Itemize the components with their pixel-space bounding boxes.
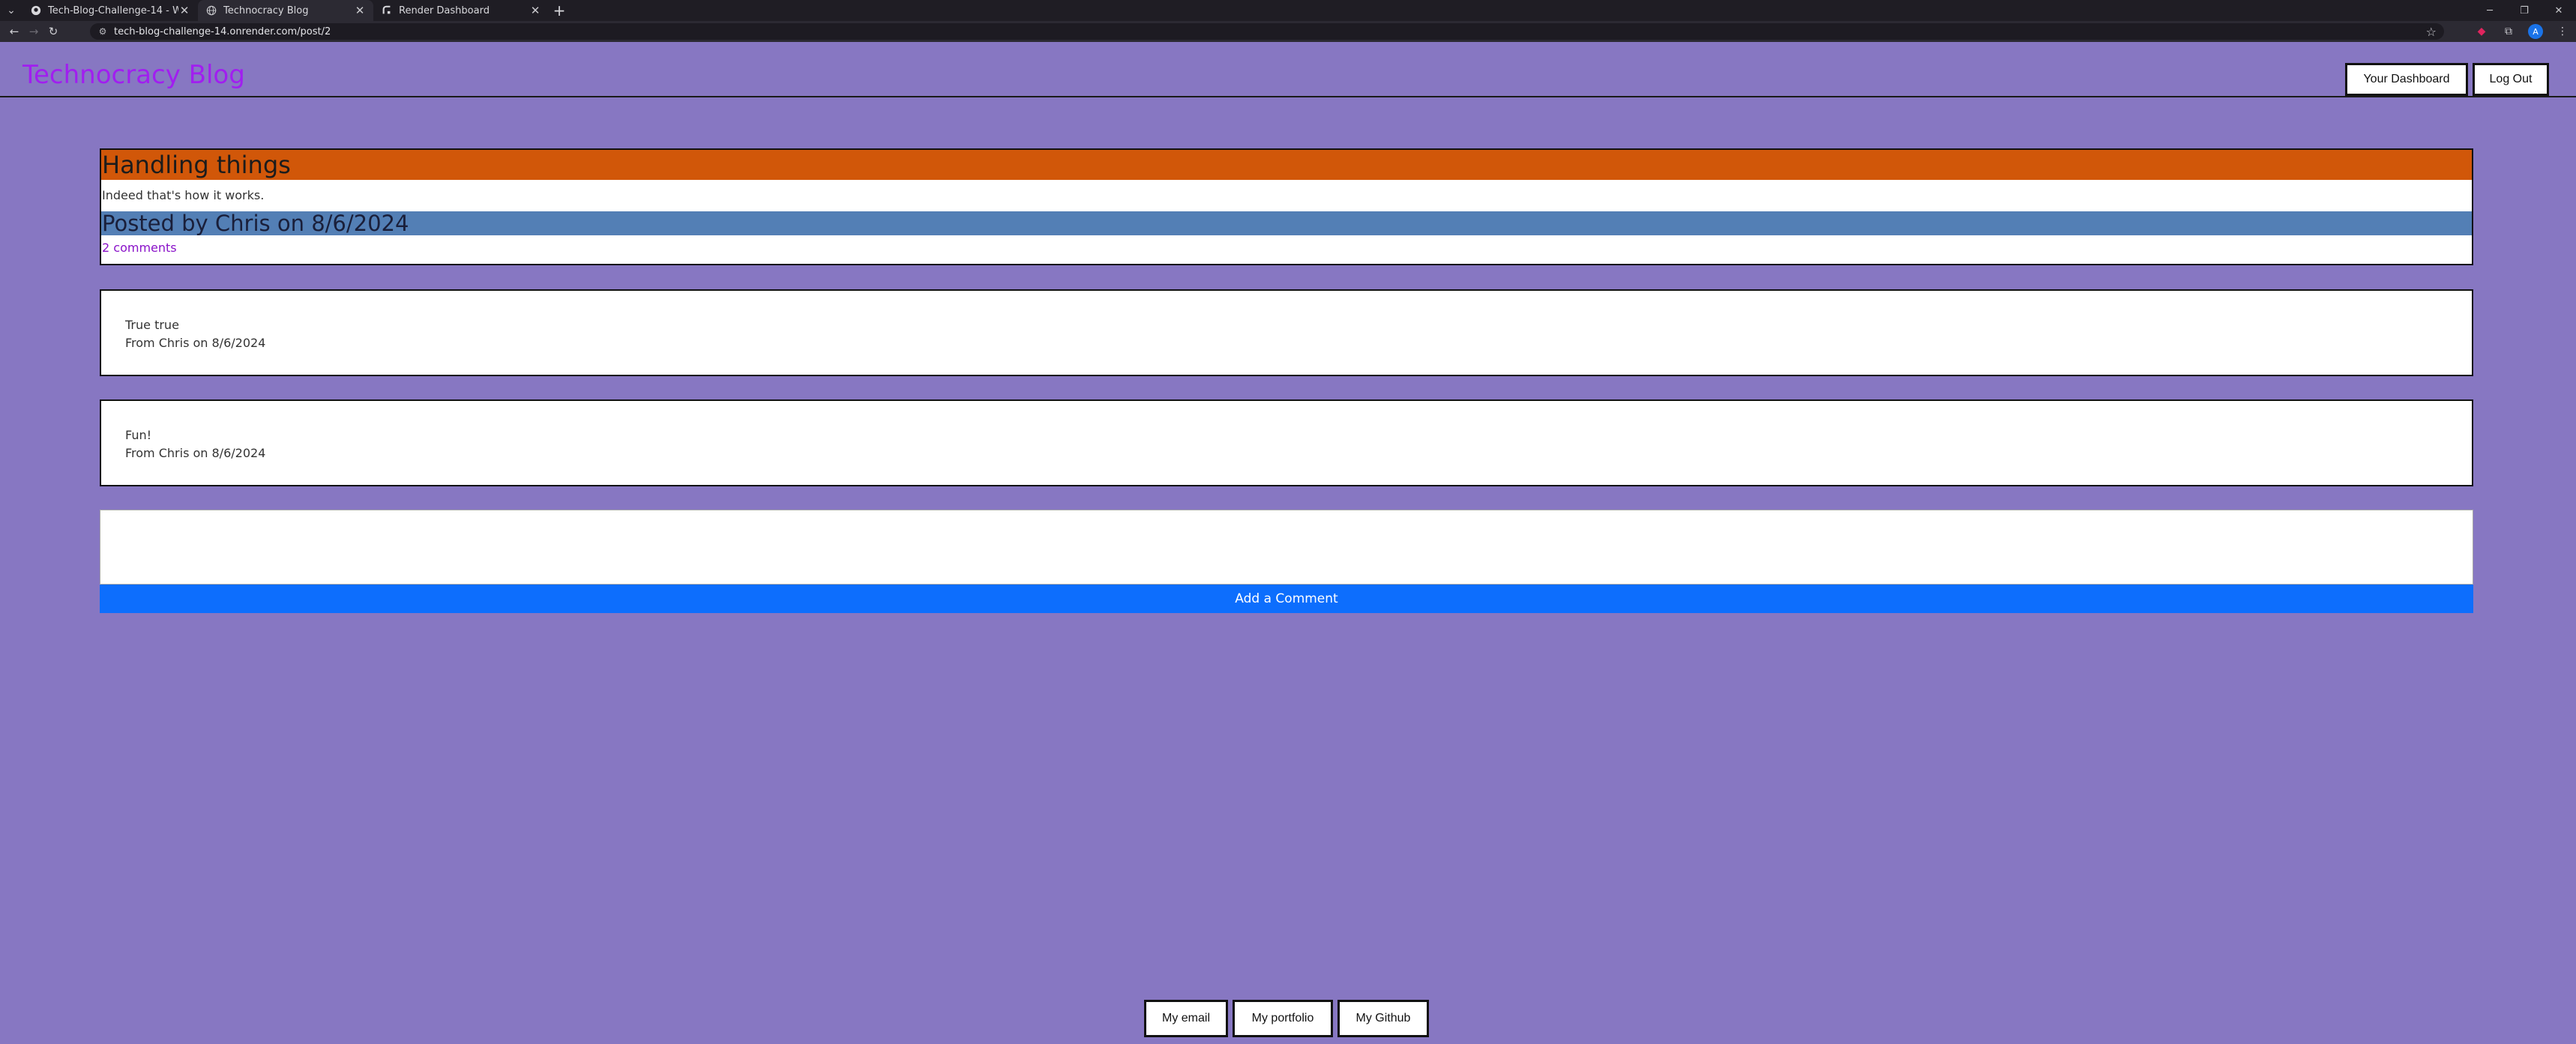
extension-icon[interactable]: ◆ bbox=[2468, 21, 2495, 42]
tab-title: Tech-Blog-Challenge-14 - Web bbox=[48, 4, 178, 16]
tab-title: Render Dashboard bbox=[399, 4, 490, 16]
comment-card: True true From Chris on 8/6/2024 bbox=[100, 289, 2473, 376]
browser-tab-strip: ⌄ Tech-Blog-Challenge-14 - Web ✕ Technoc… bbox=[0, 0, 2576, 21]
tab-search-chevron-icon[interactable]: ⌄ bbox=[0, 0, 22, 21]
post-title: Handling things bbox=[101, 150, 2472, 180]
back-arrow-icon[interactable]: ← bbox=[4, 21, 24, 42]
render-icon bbox=[381, 5, 392, 16]
github-button[interactable]: My Github bbox=[1337, 1000, 1429, 1037]
tab-title: Technocracy Blog bbox=[223, 4, 309, 16]
close-icon[interactable]: ✕ bbox=[354, 4, 366, 17]
comments-count-link[interactable]: 2 comments bbox=[101, 235, 2472, 261]
browser-tab-github[interactable]: Tech-Blog-Challenge-14 - Web ✕ bbox=[22, 0, 198, 21]
browser-tab-technocracy[interactable]: Technocracy Blog ✕ bbox=[198, 0, 373, 21]
post-meta: Posted by Chris on 8/6/2024 bbox=[101, 211, 2472, 235]
bookmark-star-icon[interactable]: ☆ bbox=[2426, 25, 2437, 39]
close-icon[interactable]: ✕ bbox=[178, 4, 190, 17]
site-footer: My email My portfolio My Github bbox=[1144, 1000, 1433, 1037]
globe-icon bbox=[205, 5, 217, 16]
url-text: tech-blog-challenge-14.onrender.com/post… bbox=[114, 25, 331, 37]
reload-icon[interactable]: ↻ bbox=[43, 21, 63, 42]
profile-avatar[interactable]: A bbox=[2528, 24, 2543, 39]
extensions-puzzle-icon[interactable]: ⧉ bbox=[2495, 21, 2522, 42]
window-controls: ─ ❐ ✕ bbox=[2473, 0, 2576, 21]
new-tab-plus-icon[interactable]: + bbox=[549, 0, 570, 21]
comment-meta: From Chris on 8/6/2024 bbox=[125, 336, 266, 350]
site-header: Technocracy Blog Your Dashboard Log Out bbox=[0, 57, 2576, 97]
close-window-icon[interactable]: ✕ bbox=[2542, 0, 2576, 21]
post-card: Handling things Indeed that's how it wor… bbox=[100, 148, 2473, 265]
comment-textarea[interactable] bbox=[100, 510, 2473, 585]
minimize-icon[interactable]: ─ bbox=[2473, 0, 2507, 21]
comment-text: Fun! bbox=[125, 428, 152, 442]
restore-icon[interactable]: ❐ bbox=[2507, 0, 2542, 21]
forward-arrow-icon[interactable]: → bbox=[24, 21, 43, 42]
dashboard-button[interactable]: Your Dashboard bbox=[2345, 63, 2468, 96]
logout-button[interactable]: Log Out bbox=[2473, 63, 2549, 96]
site-info-icon[interactable]: ⚙ bbox=[94, 26, 111, 37]
address-bar[interactable]: ⚙ tech-blog-challenge-14.onrender.com/po… bbox=[90, 23, 2444, 40]
site-title-link[interactable]: Technocracy Blog bbox=[22, 60, 245, 90]
add-comment-button[interactable]: Add a Comment bbox=[100, 585, 2473, 613]
github-icon bbox=[30, 5, 41, 16]
browser-tab-render[interactable]: Render Dashboard ✕ bbox=[373, 0, 549, 21]
browser-toolbar: ← → ↻ ⚙ tech-blog-challenge-14.onrender.… bbox=[0, 21, 2576, 42]
post-body: Indeed that's how it works. bbox=[102, 188, 265, 202]
close-icon[interactable]: ✕ bbox=[529, 4, 541, 17]
browser-menu-icon[interactable]: ⋮ bbox=[2549, 21, 2576, 42]
portfolio-button[interactable]: My portfolio bbox=[1233, 1000, 1333, 1037]
toolbar-actions: ◆ ⧉ A ⋮ bbox=[2468, 21, 2576, 42]
email-button[interactable]: My email bbox=[1144, 1000, 1228, 1037]
comment-card: Fun! From Chris on 8/6/2024 bbox=[100, 399, 2473, 486]
comment-text: True true bbox=[125, 318, 179, 332]
comment-meta: From Chris on 8/6/2024 bbox=[125, 446, 266, 460]
